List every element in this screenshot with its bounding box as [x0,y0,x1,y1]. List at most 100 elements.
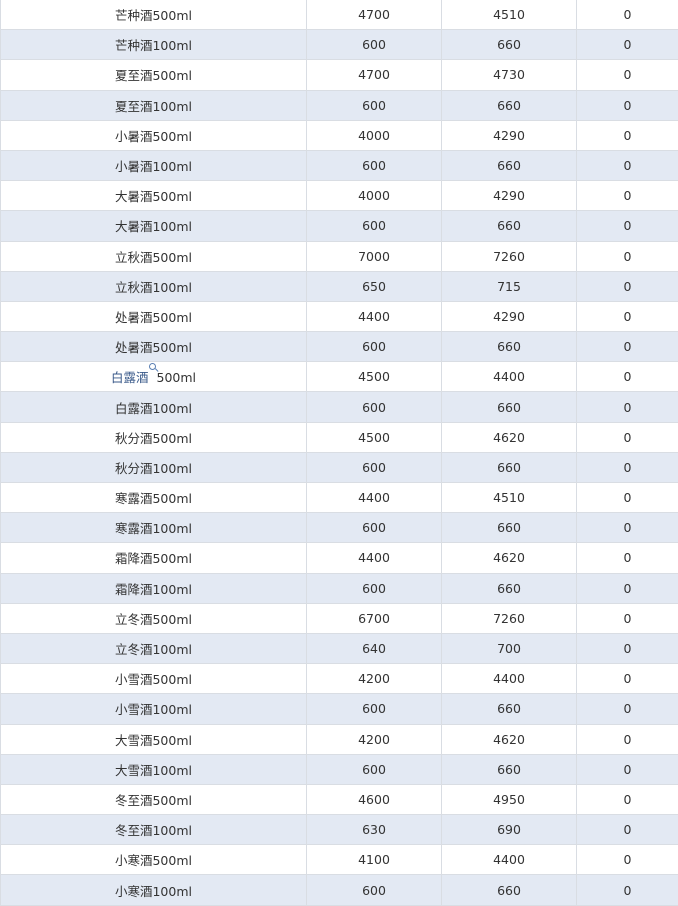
table-row: 小暑酒500ml 4000 4290 0 [0,119,678,151]
value-cell-col2: 600 [306,331,442,363]
product-name-cell: 芒种酒500ml [0,0,307,31]
product-name-cell: 立冬酒500ml [0,602,307,634]
value-cell-col4: 0 [576,59,678,91]
value-cell-col3: 660 [441,753,577,785]
value-cell-col4: 0 [576,874,678,906]
value-cell-col4: 0 [576,602,678,634]
value-cell-col2: 4400 [306,481,442,514]
product-name-cell: 秋分酒100ml [0,451,307,484]
value-cell-col4: 0 [576,270,678,302]
value-cell-col4: 0 [576,210,678,242]
product-name-cell: 小暑酒100ml [0,149,307,182]
value-cell-col4: 0 [576,663,678,695]
product-name-part1[interactable]: 白露酒 [111,370,149,385]
table-row: 大雪酒100ml 600 660 0 [0,753,678,785]
table-row: 大暑酒500ml 4000 4290 0 [0,180,678,212]
product-name-cell: 冬至酒100ml [0,814,307,846]
table-row: 白露酒100ml 600 660 0 [0,391,678,423]
value-cell-col2: 600 [306,693,442,725]
search-icon[interactable] [148,363,159,373]
value-cell-col4: 0 [576,693,678,725]
value-cell-col3: 4510 [441,481,577,514]
value-cell-col3: 4620 [441,723,577,755]
value-cell-col4: 0 [576,572,678,604]
value-cell-col3: 4290 [441,180,577,212]
table-row: 处暑酒500ml 600 660 0 [0,331,678,363]
value-cell-col2: 4700 [306,0,442,31]
value-cell-col3: 4730 [441,59,577,91]
value-cell-col2: 4500 [306,421,442,453]
table-row: 小暑酒100ml 600 660 0 [0,149,678,182]
value-cell-col3: 660 [441,391,577,423]
table-row: 小雪酒100ml 600 660 0 [0,693,678,725]
table-row: 立秋酒500ml 7000 7260 0 [0,240,678,272]
product-name-cell: 立秋酒500ml [0,240,307,272]
value-cell-col4: 0 [576,180,678,212]
value-cell-col3: 660 [441,693,577,725]
value-cell-col4: 0 [576,119,678,151]
product-name-cell: 小雪酒100ml [0,693,307,725]
value-cell-col4: 0 [576,89,678,121]
value-cell-col2: 4100 [306,844,442,876]
value-cell-col3: 4620 [441,542,577,574]
search-icon-handle [154,368,159,373]
table-row: 寒露酒100ml 600 660 0 [0,512,678,544]
table-row: 大暑酒100ml 600 660 0 [0,210,678,242]
value-cell-col2: 4400 [306,300,442,333]
value-cell-col4: 0 [576,481,678,514]
table-row: 立秋酒100ml 650 715 0 [0,270,678,302]
table-row: 冬至酒500ml 4600 4950 0 [0,783,678,816]
table-row: 夏至酒100ml 600 660 0 [0,89,678,121]
value-cell-col2: 600 [306,149,442,182]
product-name-cell: 寒露酒500ml [0,481,307,514]
value-cell-col2: 4000 [306,180,442,212]
product-name-cell: 芒种酒100ml [0,29,307,61]
value-cell-col3: 660 [441,451,577,484]
value-cell-col4: 0 [576,451,678,484]
table-row: 霜降酒100ml 600 660 0 [0,572,678,604]
table-row: 大雪酒500ml 4200 4620 0 [0,723,678,755]
product-name-cell: 寒露酒100ml [0,512,307,544]
value-cell-col4: 0 [576,542,678,574]
product-name-cell: 大暑酒100ml [0,210,307,242]
value-cell-col2: 600 [306,512,442,544]
value-cell-col3: 660 [441,512,577,544]
value-cell-col3: 660 [441,29,577,61]
value-cell-col4: 0 [576,331,678,363]
product-name-cell: 秋分酒500ml [0,421,307,453]
value-cell-col3: 660 [441,89,577,121]
value-cell-col3: 7260 [441,602,577,634]
value-cell-col3: 4950 [441,783,577,816]
value-cell-col3: 7260 [441,240,577,272]
value-cell-col2: 600 [306,874,442,906]
value-cell-col2: 600 [306,451,442,484]
value-cell-col2: 4500 [306,361,442,393]
value-cell-col4: 0 [576,300,678,333]
table-row: 芒种酒100ml 600 660 0 [0,29,678,61]
value-cell-col4: 0 [576,29,678,61]
data-table: 芒种酒500ml 4700 4510 0 芒种酒100ml 600 660 0 … [0,0,678,906]
value-cell-col3: 4510 [441,0,577,31]
value-cell-col2: 630 [306,814,442,846]
value-cell-col2: 7000 [306,240,442,272]
value-cell-col4: 0 [576,149,678,182]
value-cell-col3: 4400 [441,844,577,876]
value-cell-col3: 4620 [441,421,577,453]
value-cell-col4: 0 [576,723,678,755]
product-name-cell: 霜降酒100ml [0,572,307,604]
value-cell-col2: 600 [306,753,442,785]
value-cell-col2: 4200 [306,663,442,695]
table-row: 立冬酒500ml 6700 7260 0 [0,602,678,634]
value-cell-col3: 4290 [441,300,577,333]
value-cell-col2: 4000 [306,119,442,151]
value-cell-col4: 0 [576,0,678,31]
product-name-cell[interactable]: 白露酒 500ml [0,361,307,393]
value-cell-col2: 650 [306,270,442,302]
table-row: 霜降酒500ml 4400 4620 0 [0,542,678,574]
value-cell-col2: 600 [306,210,442,242]
value-cell-col2: 4600 [306,783,442,816]
value-cell-col3: 715 [441,270,577,302]
value-cell-col3: 4400 [441,663,577,695]
value-cell-col2: 600 [306,29,442,61]
product-name-cell: 冬至酒500ml [0,783,307,816]
